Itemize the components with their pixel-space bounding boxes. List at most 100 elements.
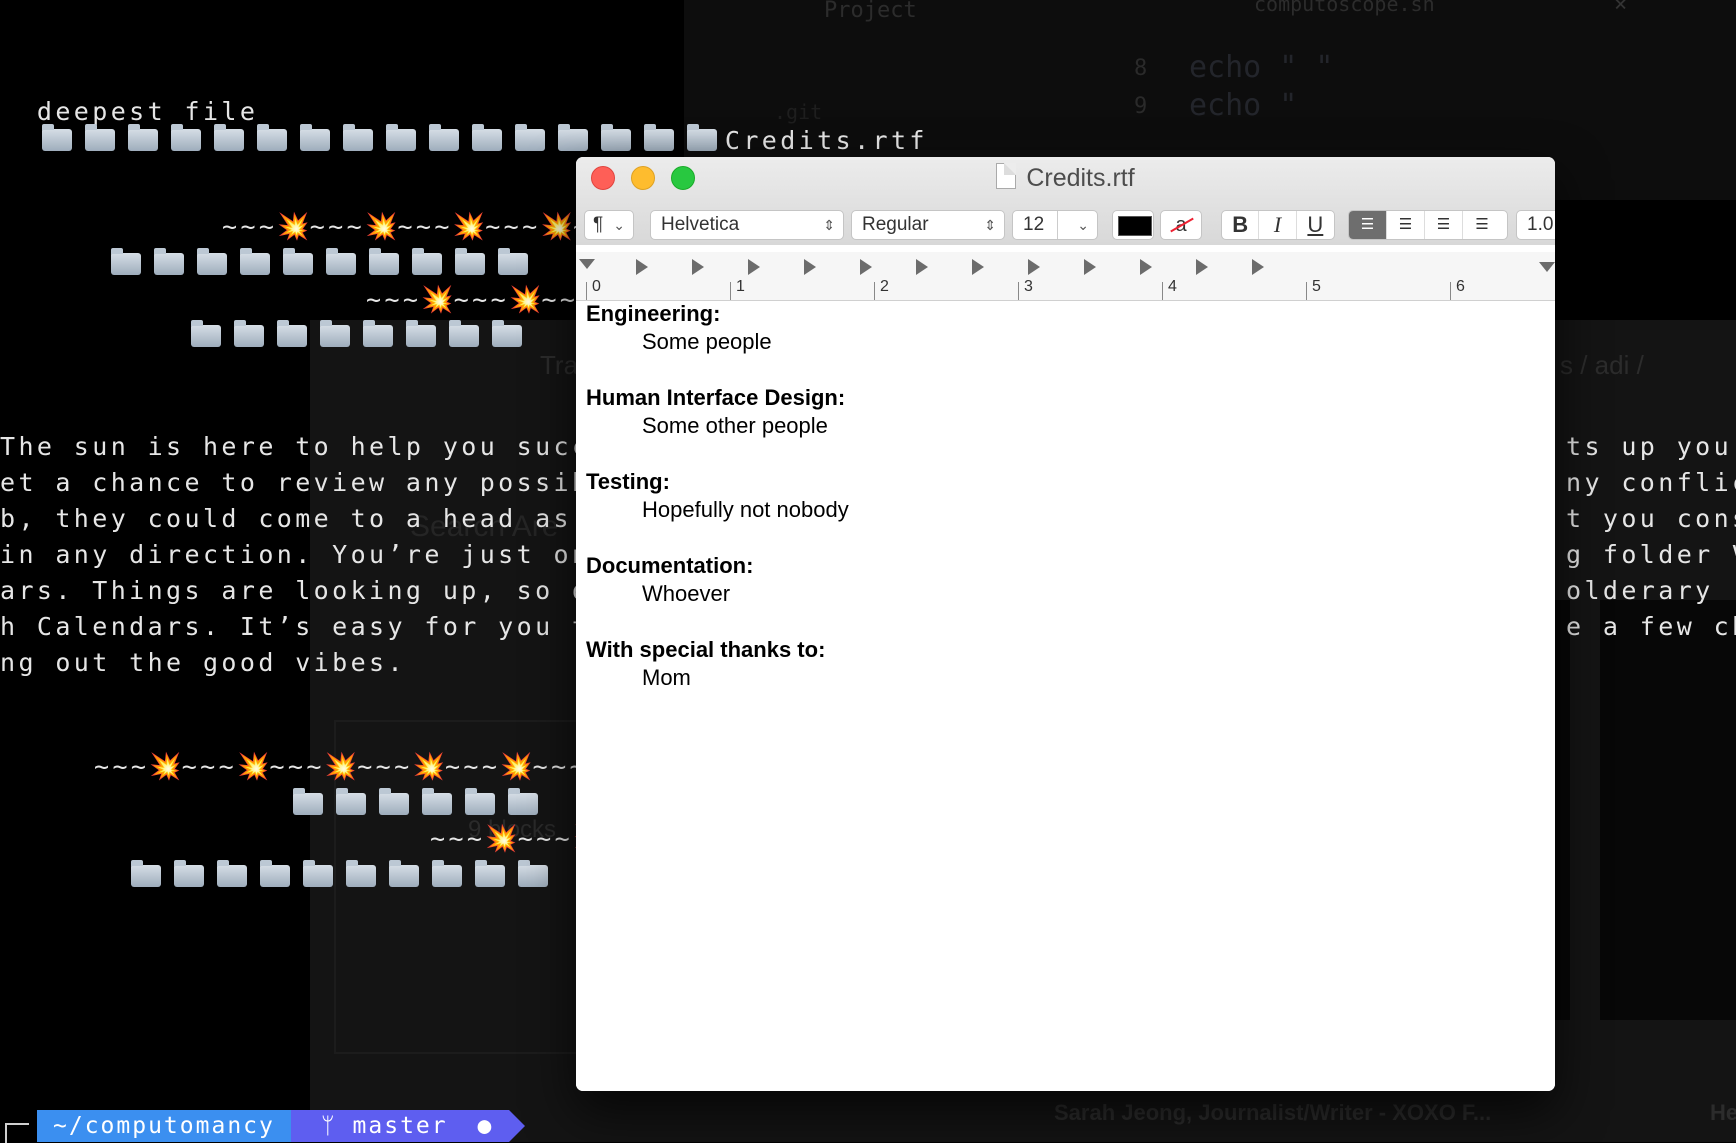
section-heading: Documentation:: [586, 553, 754, 578]
editor-project-label: Project: [824, 0, 917, 23]
section-value: Mom: [642, 665, 691, 690]
alignment-segment[interactable]: ☰ ☰ ☰ ☰: [1348, 210, 1508, 240]
right-indent-marker[interactable]: [1539, 262, 1555, 272]
section-heading: Testing:: [586, 469, 670, 494]
paragraph-line-tail: t you consid: [1566, 504, 1736, 533]
font-size-combo[interactable]: 12 ⌄: [1012, 210, 1098, 240]
align-justify-icon[interactable]: ☰: [1463, 211, 1501, 239]
italic-button[interactable]: I: [1259, 211, 1297, 239]
ruler-tick: [1018, 282, 1019, 300]
prompt-corner: [5, 1123, 29, 1143]
folder-icon: [174, 860, 204, 887]
paragraph-line: h Calendars. It’s easy for you to lo: [0, 612, 665, 641]
paragraph-style-button[interactable]: ¶ ⌄: [584, 210, 634, 240]
folder-icon: [131, 860, 161, 887]
ruler-label: 2: [880, 278, 889, 295]
editor-tab-label[interactable]: computoscope.sh: [1254, 0, 1435, 16]
folder-icon: [363, 320, 393, 347]
folder-icon: [197, 248, 227, 275]
folder-icon: [240, 248, 270, 275]
folder-icon: [369, 248, 399, 275]
tab-stop-marker[interactable]: [1084, 259, 1096, 275]
browser-tab-label[interactable]: Tra: [540, 350, 578, 381]
tab-stop-marker[interactable]: [972, 259, 984, 275]
bold-button[interactable]: B: [1222, 211, 1260, 239]
folder-icon: [686, 124, 717, 151]
chevron-down-icon[interactable]: ⌄: [1077, 211, 1089, 239]
window-title: Credits.rtf: [576, 163, 1555, 193]
ruler-tick: [1162, 282, 1163, 300]
explosion-icon: 💥: [412, 752, 445, 782]
font-style-select[interactable]: Regular ⇕: [851, 210, 1005, 240]
editor-line-number: 8: [1134, 56, 1148, 81]
ruler[interactable]: 0 1 2 3 4 5 6: [576, 252, 1555, 301]
decoration-row: ~~~💥~~~💥~~~: [366, 285, 597, 315]
folder-icon: [492, 320, 522, 347]
section-value: Whoever: [642, 581, 731, 606]
folder-icon: [518, 860, 548, 887]
folder-icon: [406, 320, 436, 347]
browser-panel: [1600, 600, 1736, 1020]
font-size-value[interactable]: 12: [1023, 214, 1044, 235]
folder-icon-row: [186, 320, 530, 351]
font-family-value: Helvetica: [661, 214, 740, 235]
align-right-icon[interactable]: ☰: [1425, 211, 1463, 239]
folder-icon: [336, 788, 366, 815]
tab-stop-marker[interactable]: [1252, 259, 1264, 275]
folder-icon: [471, 124, 502, 151]
tab-stop-marker[interactable]: [636, 259, 648, 275]
ruler-label: 1: [736, 278, 745, 295]
folder-icon: [256, 124, 287, 151]
folder-icon: [154, 248, 184, 275]
ruler-label: 3: [1024, 278, 1033, 295]
decoration-row: ~~~💥~~~💥~~~💥~~~💥~~~💥~~~💥: [94, 752, 620, 782]
folder-icon: [346, 860, 376, 887]
align-left-icon[interactable]: ☰: [1349, 211, 1387, 239]
explosion-icon: 💥: [452, 212, 486, 242]
title-bar[interactable]: Credits.rtf ¶⌄ Helvetica⇕ Regular⇕ 12⌄ a…: [576, 157, 1555, 245]
paragraph-line: in any direction. You’re just one de: [0, 540, 665, 569]
document-text-area[interactable]: Engineering: Some people Human Interface…: [576, 301, 1555, 1091]
folder-icon: [389, 860, 419, 887]
font-family-select[interactable]: Helvetica ⇕: [650, 210, 844, 240]
tab-stop-marker[interactable]: [804, 259, 816, 275]
textedit-window[interactable]: Credits.rtf ¶⌄ Helvetica⇕ Regular⇕ 12⌄ a…: [576, 157, 1555, 1091]
text-color-button[interactable]: [1112, 210, 1154, 240]
line-spacing-button[interactable]: 1.0: [1516, 210, 1555, 240]
prompt-directory: ~/computomancy: [37, 1110, 307, 1142]
explosion-icon: 💥: [149, 752, 182, 782]
tab-stop-marker[interactable]: [1196, 259, 1208, 275]
section-heading: Human Interface Design:: [586, 385, 846, 410]
browser-path-label: s / adi /: [1560, 350, 1644, 380]
tab-stop-marker[interactable]: [748, 259, 760, 275]
ruler-label: 0: [592, 278, 601, 295]
folder-icon: [498, 248, 528, 275]
folder-icon: [455, 248, 485, 275]
tab-stop-marker[interactable]: [916, 259, 928, 275]
folder-icon: [643, 124, 674, 151]
explosion-icon: 💥: [277, 212, 310, 242]
underline-button[interactable]: U: [1297, 211, 1334, 239]
browser-video-caption[interactable]: Sarah Jeong, Journalist/Writer - XOXO F.…: [1054, 1100, 1491, 1126]
tab-stop-marker[interactable]: [692, 259, 704, 275]
paragraph-line: ng out the good vibes.: [0, 648, 406, 677]
folder-icon: [293, 788, 323, 815]
section-value: Hopefully not nobody: [642, 497, 849, 522]
folder-icon: [342, 124, 373, 151]
highlight-color-button[interactable]: a: [1160, 210, 1202, 240]
folder-icon: [557, 124, 588, 151]
align-center-icon[interactable]: ☰: [1387, 211, 1425, 239]
tab-stop-marker[interactable]: [860, 259, 872, 275]
browser-video-caption[interactable]: He: [1710, 1100, 1736, 1126]
decoration-row: ~~~💥~~~💥~~~💥~~~💥~~~: [222, 212, 625, 242]
chevron-down-icon: ⌄: [613, 217, 625, 233]
prompt-branch: master: [352, 1113, 448, 1139]
editor-tab-close-icon[interactable]: ×: [1614, 0, 1627, 17]
tab-stop-marker[interactable]: [1140, 259, 1152, 275]
up-down-chevron-icon: ⇕: [984, 217, 996, 233]
paragraph-line-tail: g folder Ver: [1566, 540, 1736, 569]
text-style-segment[interactable]: B I U: [1221, 210, 1335, 240]
tab-stop-marker[interactable]: [1028, 259, 1040, 275]
folder-icon: [84, 124, 115, 151]
left-indent-marker[interactable]: [579, 259, 595, 269]
